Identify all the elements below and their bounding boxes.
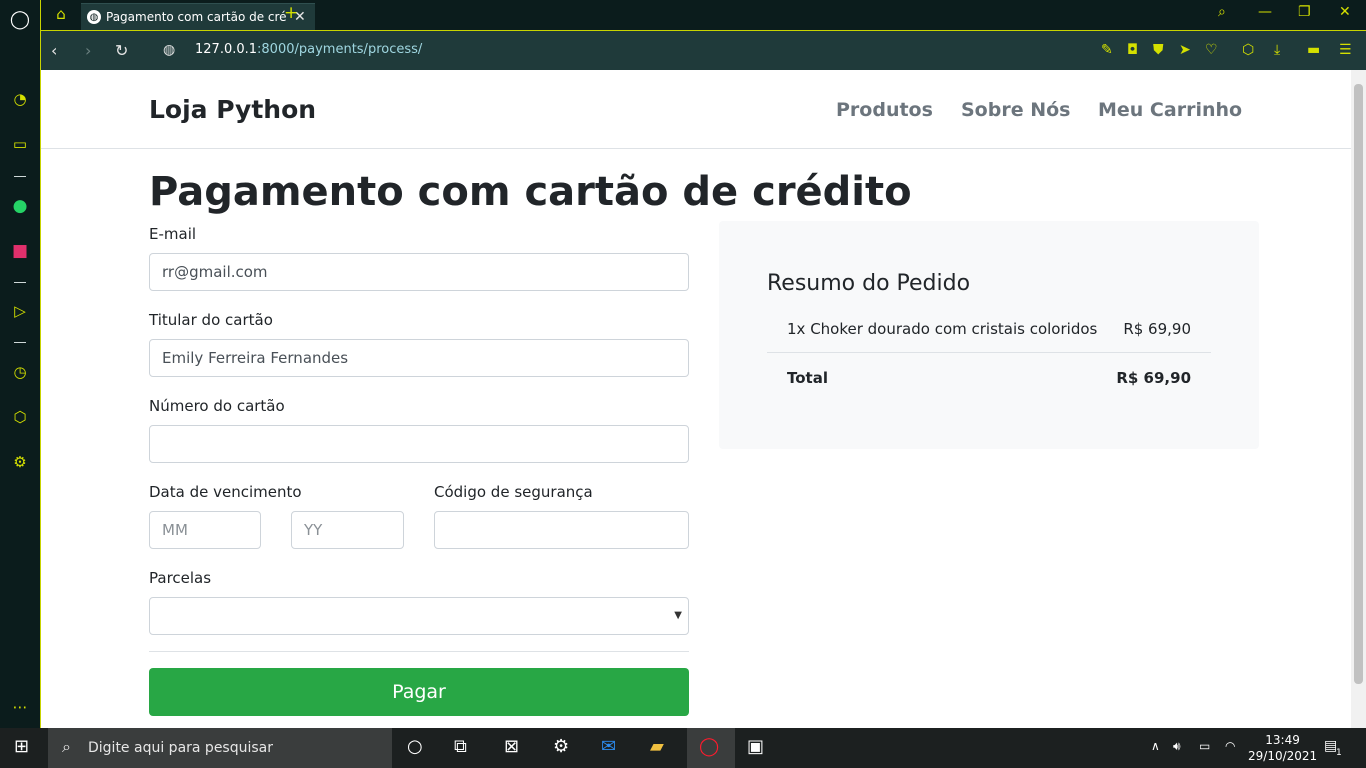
mail-icon[interactable]: ✉ <box>601 736 616 757</box>
workspace-icon[interactable]: ▭ <box>10 134 30 154</box>
nav-link-meu-carrinho[interactable]: Meu Carrinho <box>1098 99 1242 121</box>
url-field[interactable]: 127.0.0.1:8000/payments/process/ <box>195 42 422 57</box>
expiry-label: Data de vencimento <box>149 483 302 501</box>
address-bar: ‹ › ↻ ◍ 127.0.0.1:8000/payments/process/… <box>41 30 1366 70</box>
order-summary: Resumo do Pedido 1x Choker dourado com c… <box>719 221 1259 449</box>
send-icon[interactable]: ➤ <box>1179 42 1191 58</box>
scrollbar-thumb[interactable] <box>1354 84 1363 684</box>
extensions-cube-icon[interactable]: ⬡ <box>10 407 30 427</box>
back-icon[interactable]: ‹ <box>51 41 57 60</box>
opera-browser-icon[interactable]: ◯ <box>699 736 719 757</box>
instagram-icon[interactable]: ■ <box>10 241 30 261</box>
pay-button[interactable]: Pagar <box>149 668 689 716</box>
nav-link-sobre-nos[interactable]: Sobre Nós <box>961 99 1070 121</box>
security-code-field[interactable] <box>434 511 689 549</box>
edit-icon[interactable]: ✎ <box>1101 42 1113 58</box>
summary-title: Resumo do Pedido <box>767 271 971 296</box>
show-hidden-icons-icon[interactable]: ∧ <box>1151 739 1160 753</box>
web-page: Loja Python Produtos Sobre Nós Meu Carri… <box>41 70 1351 728</box>
summary-total-value: R$ 69,90 <box>1116 369 1191 387</box>
chevron-down-icon: ▼ <box>674 610 682 621</box>
tab-strip: ⌂ ◍ Pagamento com cartão de crédito ✕ + … <box>41 0 1366 30</box>
opera-sidebar: ◯ ◔ ▭ ● ■ ▷ ◷ ⬡ ⚙ ⋯ <box>0 0 41 728</box>
snapshot-camera-icon[interactable]: ◘ <box>1127 42 1138 58</box>
player-icon[interactable]: ▷ <box>10 301 30 321</box>
security-code-label: Código de segurança <box>434 483 593 501</box>
whatsapp-icon[interactable]: ● <box>10 196 30 216</box>
card-number-label: Número do cartão <box>149 397 285 415</box>
site-navbar: Loja Python Produtos Sobre Nós Meu Carri… <box>41 70 1351 149</box>
summary-divider <box>767 352 1211 353</box>
extensions-icon[interactable]: ⬡ <box>1242 42 1254 58</box>
clock-time: 13:49 <box>1265 733 1300 747</box>
notification-count-badge: 1 <box>1336 748 1342 758</box>
email-label: E-mail <box>149 225 197 243</box>
sidebar-divider <box>14 176 26 177</box>
more-options-icon[interactable]: ⋯ <box>10 697 30 717</box>
new-tab-icon[interactable]: + <box>284 3 298 23</box>
file-explorer-icon[interactable]: ▰ <box>650 736 664 757</box>
volume-icon[interactable]: 🔊︎ <box>1173 739 1181 754</box>
page-scrollbar[interactable] <box>1351 70 1366 728</box>
close-window-icon[interactable]: ✕ <box>1339 4 1351 20</box>
installments-label: Parcelas <box>149 569 212 587</box>
windows-start-icon[interactable]: ⊞ <box>14 736 29 757</box>
card-holder-field[interactable]: Emily Ferreira Fernandes <box>149 339 689 377</box>
summary-item-name: 1x Choker dourado com cristais coloridos <box>787 320 1098 338</box>
battery-saver-icon[interactable]: ▬ <box>1307 42 1320 58</box>
clock-date: 29/10/2021 <box>1248 749 1318 763</box>
card-holder-label: Titular do cartão <box>149 311 273 329</box>
taskbar-clock[interactable]: 13:49 29/10/2021 <box>1248 732 1317 764</box>
tab-title: Pagamento com cartão de crédito <box>106 10 286 24</box>
expiry-year-field[interactable]: YY <box>291 511 404 549</box>
email-field[interactable]: rr@gmail.com <box>149 253 689 291</box>
url-path: :8000/payments/process/ <box>257 42 423 57</box>
url-host: 127.0.0.1 <box>195 42 258 57</box>
restore-icon[interactable]: ❐ <box>1298 4 1311 20</box>
form-divider <box>149 651 689 652</box>
forward-icon[interactable]: › <box>85 41 91 60</box>
nav-link-produtos[interactable]: Produtos <box>836 99 933 121</box>
search-icon: ⌕ <box>62 737 71 756</box>
card-number-field[interactable] <box>149 425 689 463</box>
terminal-icon[interactable]: ▣ <box>747 736 764 757</box>
taskbar-search[interactable]: ⌕ Digite aqui para pesquisar <box>48 728 392 768</box>
game-controller-icon[interactable]: ⌂ <box>51 4 71 24</box>
cortana-icon[interactable]: ○ <box>407 736 423 757</box>
task-view-icon[interactable]: ⧉ <box>454 736 467 757</box>
easy-setup-icon[interactable]: ☰ <box>1339 42 1352 58</box>
browser-tab-active[interactable]: ◍ Pagamento com cartão de crédito ✕ <box>81 3 315 30</box>
minimize-icon[interactable]: — <box>1258 4 1272 20</box>
taskbar-search-placeholder: Digite aqui para pesquisar <box>88 740 274 756</box>
search-tabs-icon[interactable]: ⌕ <box>1218 4 1226 20</box>
page-title: Pagamento com cartão de crédito <box>149 169 912 215</box>
expiry-month-field[interactable]: MM <box>149 511 261 549</box>
battery-icon[interactable]: ▭ <box>1199 739 1210 753</box>
installments-select[interactable]: ▼ <box>149 597 689 635</box>
downloads-icon[interactable]: ⤓ <box>1274 42 1280 58</box>
globe-icon: ◍ <box>87 10 101 24</box>
settings-gear-icon[interactable]: ⚙ <box>10 452 30 472</box>
site-info-globe-icon[interactable]: ◍ <box>163 42 175 58</box>
summary-total-label: Total <box>787 369 828 387</box>
reload-icon[interactable]: ↻ <box>115 41 128 60</box>
wifi-icon[interactable]: ◠ <box>1225 739 1235 753</box>
site-brand[interactable]: Loja Python <box>149 95 316 124</box>
store-icon[interactable]: ⊠ <box>504 736 519 757</box>
windows-taskbar: ⊞ ⌕ Digite aqui para pesquisar ○ ⧉ ⊠ ⚙ ✉… <box>0 728 1366 768</box>
sidebar-divider <box>14 342 26 343</box>
vpn-shield-icon[interactable]: ⛊ <box>1153 42 1164 58</box>
speed-dial-icon[interactable]: ◔ <box>10 89 30 109</box>
history-icon[interactable]: ◷ <box>10 362 30 382</box>
bookmark-heart-icon[interactable]: ♡ <box>1205 42 1218 58</box>
opera-logo-icon[interactable]: ◯ <box>10 9 30 30</box>
settings-icon[interactable]: ⚙ <box>553 736 569 757</box>
summary-item-price: R$ 69,90 <box>1123 320 1191 338</box>
sidebar-divider <box>14 282 26 283</box>
